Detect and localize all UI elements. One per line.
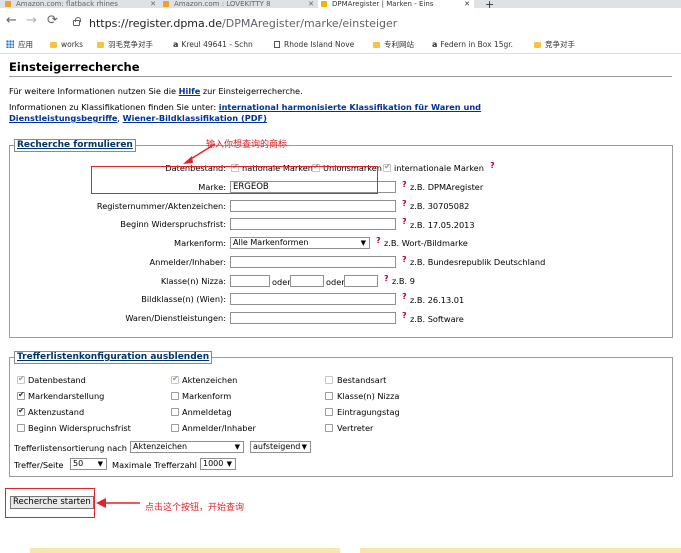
annotation-arrows [96, 143, 216, 508]
taskbar-strip [0, 548, 681, 553]
arrow-bottom-head [96, 498, 106, 508]
arrow-top-head [183, 156, 193, 164]
